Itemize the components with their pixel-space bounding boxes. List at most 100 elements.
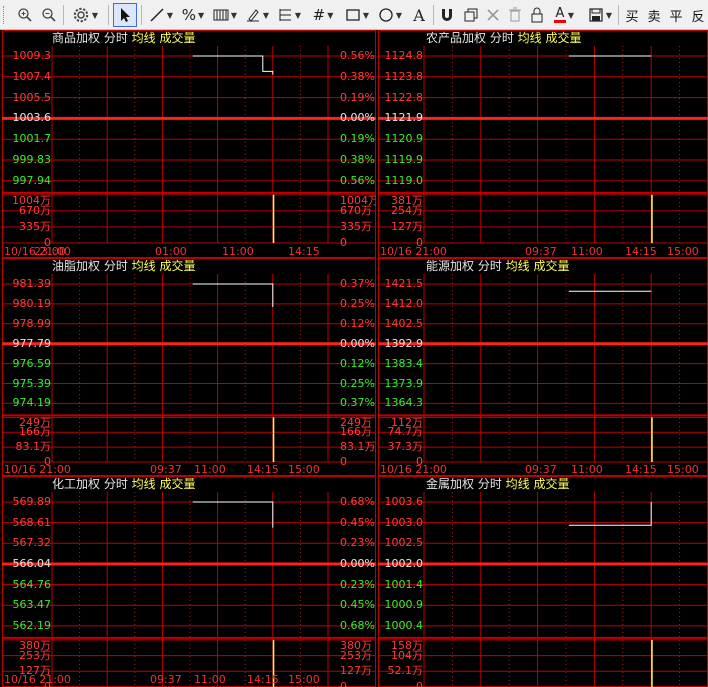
- price-axis-label: 997.94: [12, 173, 52, 187]
- price-axis-label: 999.83: [12, 153, 52, 167]
- save-icon[interactable]: ▼: [584, 3, 616, 27]
- percent-axis-label: 0.23%: [340, 536, 375, 550]
- magnet-icon[interactable]: [436, 3, 458, 27]
- percent-axis-label: 0.45%: [340, 515, 375, 529]
- price-axis-label: 566.04: [12, 556, 52, 570]
- time-axis-label: 11:00: [194, 463, 226, 476]
- line-tool-icon[interactable]: ▼: [146, 3, 176, 27]
- volume-axis-label: 166万: [19, 425, 51, 439]
- lock-icon[interactable]: [526, 3, 548, 27]
- volume-bar: [651, 194, 653, 243]
- percent-axis-label: 0.00%: [340, 336, 375, 350]
- circle-tool-icon[interactable]: ▼: [374, 3, 406, 27]
- rectangle-tool-icon[interactable]: ▼: [342, 3, 372, 27]
- reverse-position-button[interactable]: 反: [688, 3, 708, 27]
- volume-axis-label: 0: [416, 680, 423, 687]
- chevron-down-icon: ▼: [327, 10, 334, 20]
- chevron-down-icon: ▼: [262, 10, 270, 20]
- volume-axis-label: 37.3万: [387, 440, 424, 454]
- price-axis-label: 1392.9: [384, 336, 424, 350]
- chart-panel-5[interactable]: 化工加权 分时 均线 成交量 569.89 0.68% 568.61 0.45% 567.…: [0, 476, 376, 687]
- price-axis-label: 1002.5: [384, 536, 424, 550]
- sell-button[interactable]: 卖: [644, 3, 664, 27]
- price-axis-label: 976.59: [12, 356, 52, 370]
- time-axis-label: 10/16 21:00: [380, 245, 447, 258]
- price-axis-label: 562.19: [12, 618, 52, 632]
- volume-axis-label: 254万: [391, 203, 423, 217]
- intraday-chart[interactable]: [0, 258, 376, 476]
- price-axis-label: 1003.6: [12, 111, 52, 125]
- volume-axis-label: 74.7万: [387, 425, 424, 439]
- percent-axis-label: 0.00%: [340, 556, 375, 570]
- volume-axis-label-right: 0: [340, 455, 347, 468]
- price-axis-label: 974.19: [12, 396, 52, 410]
- price-axis-label: 568.61: [12, 515, 52, 529]
- volume-axis-label: 253万: [19, 648, 51, 662]
- price-axis-label: 567.32: [12, 536, 52, 550]
- volume-axis-label: 127万: [391, 219, 423, 233]
- chart-toolbar: ▼ ▼ % ▼ ▼ ▼ ▼ # ▼ ▼ ▼ A A ▼ ▼ 买 卖 平 反: [0, 0, 708, 30]
- time-axis-label: 09:37: [525, 245, 557, 258]
- percent-axis-label: 0.25%: [340, 376, 375, 390]
- price-axis-label: 1001.4: [384, 577, 424, 591]
- volume-axis-label-right: 253万: [340, 648, 372, 662]
- settings-icon[interactable]: ▼: [67, 3, 103, 27]
- hlines-tool-icon[interactable]: ▼: [274, 3, 304, 27]
- time-axis-label: 15:00: [667, 245, 699, 258]
- price-axis-label: 981.39: [12, 277, 52, 290]
- time-axis-label: 10/16 21:00: [380, 463, 447, 476]
- zoom-out-icon[interactable]: [38, 3, 60, 27]
- percent-axis-label: 0.37%: [340, 396, 375, 410]
- volume-axis-label-right: 0: [340, 236, 347, 249]
- trash-icon[interactable]: [504, 3, 526, 27]
- percent-axis-label: 0.12%: [340, 356, 375, 370]
- volume-bar: [651, 417, 653, 462]
- toolbar-separator: [108, 5, 109, 25]
- buy-button[interactable]: 买: [622, 3, 642, 27]
- chevron-down-icon: ▼: [91, 10, 99, 20]
- percent-axis-label: 0.45%: [340, 598, 375, 612]
- intraday-chart[interactable]: [376, 30, 708, 258]
- zoom-in-icon[interactable]: [14, 3, 36, 27]
- price-axis-label: 1001.7: [12, 132, 52, 146]
- price-axis-label: 1373.9: [384, 376, 424, 390]
- pointer-icon[interactable]: [113, 3, 137, 27]
- chart-panel-1[interactable]: 商品加权 分时 均线 成交量 1009.3 0.56% 1007.4 0.38% 1005…: [0, 30, 376, 258]
- percent-axis-label: 0.00%: [340, 111, 375, 125]
- price-axis-label: 1383.4: [384, 356, 424, 370]
- time-axis-label: 14:15: [625, 463, 657, 476]
- intraday-chart[interactable]: [376, 258, 708, 476]
- chart-panel-6[interactable]: 金属加权 分时 均线 成交量1003.60.1003.00.1002.50.10…: [376, 476, 708, 687]
- chart-panel-3[interactable]: 油脂加权 分时 均线 成交量 981.39 0.37% 980.19 0.25% 978.…: [0, 258, 376, 476]
- text-tool-icon[interactable]: A: [408, 3, 430, 27]
- chart-panel-4[interactable]: 能源加权 分时 均线 成交量1421.52.1412.01.1402.50.13…: [376, 258, 708, 476]
- time-axis-label: 15:00: [667, 463, 699, 476]
- intraday-chart[interactable]: [376, 476, 708, 687]
- bar-tool-icon[interactable]: ▼: [210, 3, 240, 27]
- volume-axis-label-right: 670万: [340, 203, 372, 217]
- chevron-down-icon: ▼: [395, 10, 403, 20]
- percent-axis-label: 0.19%: [340, 90, 375, 104]
- price-line: [192, 55, 274, 75]
- chart-grid[interactable]: 商品加权 分时 均线 成交量 1009.3 0.56% 1007.4 0.38% 1005…: [0, 30, 708, 687]
- percent-tool-icon[interactable]: % ▼: [178, 3, 208, 27]
- intraday-chart[interactable]: [0, 30, 376, 258]
- price-axis-label: 1421.5: [384, 277, 424, 290]
- volume-axis-label: 335万: [19, 219, 51, 233]
- color-icon[interactable]: A ▼: [548, 3, 580, 27]
- time-axis-label: 14:15: [247, 463, 279, 476]
- price-axis-label: 1121.9: [384, 111, 424, 125]
- time-axis-label: 01:00: [155, 245, 187, 258]
- copy-icon[interactable]: [460, 3, 482, 27]
- time-axis-label: 09:37: [150, 673, 182, 686]
- pen-tool-icon[interactable]: ▼: [242, 3, 272, 27]
- percent-axis-label: 0.56%: [340, 173, 375, 187]
- chart-panel-2[interactable]: 农产品加权 分时 均线 成交量1124.80.1123.80.1122.80.1…: [376, 30, 708, 258]
- grid-tool-icon[interactable]: # ▼: [308, 3, 338, 27]
- toolbar-separator: [433, 5, 434, 25]
- close-position-button[interactable]: 平: [666, 3, 686, 27]
- time-axis-label: 14:15: [247, 673, 279, 686]
- intraday-chart[interactable]: [0, 476, 376, 687]
- chevron-down-icon: ▼: [294, 10, 302, 20]
- delete-icon[interactable]: [482, 3, 504, 27]
